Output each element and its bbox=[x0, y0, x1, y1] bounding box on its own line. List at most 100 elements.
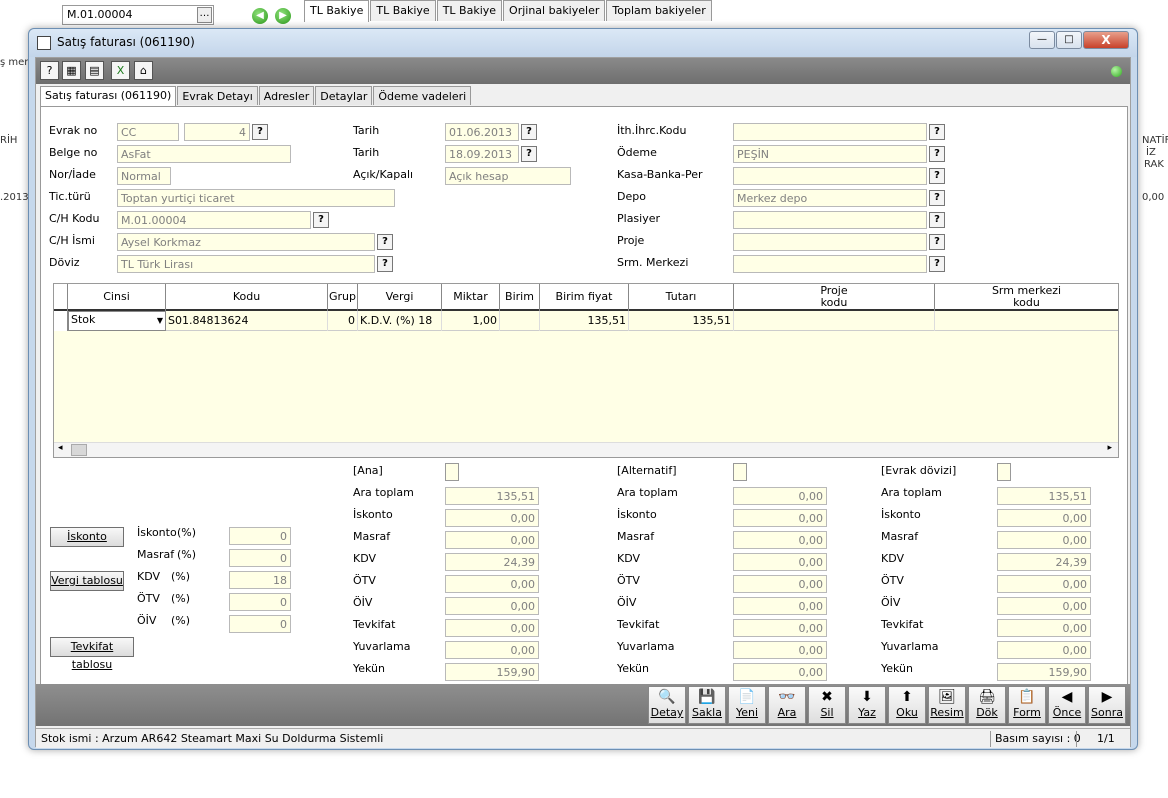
tarih2-field[interactable]: 18.09.2013 bbox=[445, 145, 519, 163]
account-combo[interactable]: M.01.00004… bbox=[62, 5, 214, 25]
maximize-button[interactable]: □ bbox=[1056, 31, 1082, 49]
doviz-field[interactable]: TL Türk Lirası bbox=[117, 255, 375, 273]
pct-oiv-field[interactable]: 0 bbox=[229, 615, 291, 633]
help-icon[interactable]: ? bbox=[40, 61, 59, 80]
totals-ana-value[interactable]: 0,00 bbox=[445, 509, 539, 527]
grid-header-miktar[interactable]: Miktar bbox=[442, 284, 500, 311]
totals-alternatif-value[interactable]: 0,00 bbox=[733, 531, 827, 549]
oku-button[interactable]: ⬆ Oku bbox=[888, 686, 926, 724]
sil-button[interactable]: ✖ Sil bbox=[808, 686, 846, 724]
totals-evrak-value[interactable]: 0,00 bbox=[997, 531, 1091, 549]
forward-arrow-icon[interactable]: ▶ bbox=[275, 8, 291, 24]
cinsi-select[interactable]: Stok ▼ bbox=[68, 311, 166, 331]
evrak-lookup-button[interactable]: ? bbox=[252, 124, 268, 140]
nce-button[interactable]: ◀ Önce bbox=[1048, 686, 1086, 724]
tab-adresler[interactable]: Adresler bbox=[258, 86, 315, 105]
tarih-lookup-button[interactable]: ? bbox=[521, 124, 537, 140]
grid-header-birim-fiyat[interactable]: Birim fiyat bbox=[540, 284, 629, 311]
srm-merkezi-lookup-button[interactable]: ? bbox=[929, 256, 945, 272]
totals-evrak-value[interactable]: 0,00 bbox=[997, 509, 1091, 527]
totals-alternatif-checkbox[interactable] bbox=[733, 463, 747, 481]
yaz-button[interactable]: ⬇ Yaz bbox=[848, 686, 886, 724]
sakla-button[interactable]: 💾 Sakla bbox=[688, 686, 726, 724]
odeme-lookup-button[interactable]: ? bbox=[929, 146, 945, 162]
evrak-sira-field[interactable]: 4 bbox=[184, 123, 250, 141]
pct-iskonto-field[interactable]: 0 bbox=[229, 527, 291, 545]
ith-ihrc-lookup-button[interactable]: ? bbox=[929, 124, 945, 140]
close-button[interactable]: X bbox=[1083, 31, 1129, 49]
totals-ana-checkbox[interactable] bbox=[445, 463, 459, 481]
tab-evrak-detayi[interactable]: Evrak Detayı bbox=[177, 86, 258, 105]
evrak-seri-field[interactable]: CC bbox=[117, 123, 179, 141]
cell-vergi[interactable]: K.D.V. (%) 18 bbox=[358, 311, 442, 331]
scroll-thumb[interactable] bbox=[71, 444, 87, 456]
totals-ana-value[interactable]: 159,90 bbox=[445, 663, 539, 681]
totals-evrak-value[interactable]: 135,51 bbox=[997, 487, 1091, 505]
plasiyer-lookup-button[interactable]: ? bbox=[929, 212, 945, 228]
pct-otv-field[interactable]: 0 bbox=[229, 593, 291, 611]
totals-alternatif-value[interactable]: 0,00 bbox=[733, 575, 827, 593]
totals-ana-value[interactable]: 0,00 bbox=[445, 575, 539, 593]
scroll-left-icon[interactable]: ◂ bbox=[58, 443, 63, 453]
scroll-right-icon[interactable]: ▸ bbox=[1107, 443, 1112, 453]
totals-ana-value[interactable]: 0,00 bbox=[445, 641, 539, 659]
totals-evrak-value[interactable]: 0,00 bbox=[997, 575, 1091, 593]
horizontal-scrollbar[interactable]: ◂ ▸ bbox=[54, 442, 1118, 457]
grid-header-birim[interactable]: Birim bbox=[500, 284, 540, 311]
grid-header-kodu[interactable]: Kodu bbox=[166, 284, 328, 311]
totals-ana-value[interactable]: 0,00 bbox=[445, 619, 539, 637]
minimize-button[interactable]: — bbox=[1029, 31, 1055, 49]
kasa-banka-lookup-button[interactable]: ? bbox=[929, 168, 945, 184]
bg-tab-tl-bakiye-1[interactable]: TL Bakiye bbox=[304, 0, 370, 22]
yeni-button[interactable]: 📄 Yeni bbox=[728, 686, 766, 724]
depo-field[interactable]: Merkez depo bbox=[733, 189, 927, 207]
totals-alternatif-value[interactable]: 0,00 bbox=[733, 663, 827, 681]
depo-lookup-button[interactable]: ? bbox=[929, 190, 945, 206]
table-row[interactable]: Stok ▼ S01.84813624 0 K.D.V. (%) 18 1,00 … bbox=[54, 311, 1118, 331]
tarih-field[interactable]: 01.06.2013 bbox=[445, 123, 519, 141]
totals-evrak-value[interactable]: 159,90 bbox=[997, 663, 1091, 681]
srm-merkezi-field[interactable] bbox=[733, 255, 927, 273]
ith-ihrc-field[interactable] bbox=[733, 123, 927, 141]
tab-odeme-vadeleri[interactable]: Ödeme vadeleri bbox=[373, 86, 472, 105]
cell-srm[interactable] bbox=[935, 311, 1118, 331]
tevkifat-tablosu-button[interactable]: Tevkifat tablosu bbox=[50, 637, 134, 671]
grid-header-grup[interactable]: Grup bbox=[328, 284, 358, 311]
nor-iade-field[interactable]: Normal bbox=[117, 167, 171, 185]
home-icon[interactable]: ⌂ bbox=[134, 61, 153, 80]
cell-grup[interactable]: 0 bbox=[328, 311, 358, 331]
bg-tab-toplam[interactable]: Toplam bakiyeler bbox=[606, 0, 712, 21]
totals-alternatif-value[interactable]: 0,00 bbox=[733, 641, 827, 659]
resim-button[interactable]: 🖼 Resim bbox=[928, 686, 966, 724]
proje-field[interactable] bbox=[733, 233, 927, 251]
form-button[interactable]: 📋 Form bbox=[1008, 686, 1046, 724]
vergi-tablosu-button[interactable]: Vergi tablosu bbox=[50, 571, 124, 591]
bg-tab-tl-bakiye-3[interactable]: TL Bakiye bbox=[436, 0, 503, 21]
ellipsis-icon[interactable]: … bbox=[197, 7, 212, 23]
tic-turu-field[interactable]: Toptan yurtiçi ticaret bbox=[117, 189, 395, 207]
ara-button[interactable]: 👓 Ara bbox=[768, 686, 806, 724]
totals-evrak-value[interactable]: 0,00 bbox=[997, 641, 1091, 659]
totals-evrak-checkbox[interactable] bbox=[997, 463, 1011, 481]
acik-kapali-field[interactable]: Açık hesap bbox=[445, 167, 571, 185]
chevron-down-icon[interactable]: ▼ bbox=[157, 316, 163, 325]
back-arrow-icon[interactable]: ◀ bbox=[252, 8, 268, 24]
totals-alternatif-value[interactable]: 0,00 bbox=[733, 553, 827, 571]
totals-alternatif-value[interactable]: 0,00 bbox=[733, 487, 827, 505]
cell-proje[interactable] bbox=[734, 311, 935, 331]
ch-ismi-lookup-button[interactable]: ? bbox=[377, 234, 393, 250]
totals-ana-value[interactable]: 24,39 bbox=[445, 553, 539, 571]
ch-kodu-field[interactable]: M.01.00004 bbox=[117, 211, 311, 229]
sonra-button[interactable]: ▶ Sonra bbox=[1088, 686, 1126, 724]
excel-icon[interactable]: X bbox=[111, 61, 130, 80]
dk-button[interactable]: 🖨 Dök bbox=[968, 686, 1006, 724]
totals-ana-value[interactable]: 0,00 bbox=[445, 597, 539, 615]
belge-no-field[interactable]: AsFat bbox=[117, 145, 291, 163]
grid-header-cinsi[interactable]: Cinsi bbox=[68, 284, 166, 311]
ch-kodu-lookup-button[interactable]: ? bbox=[313, 212, 329, 228]
odeme-field[interactable]: PEŞİN bbox=[733, 145, 927, 163]
iskonto-button[interactable]: İskonto bbox=[50, 527, 124, 547]
items-grid[interactable]: Cinsi Kodu Grup Vergi Miktar Birim Birim… bbox=[53, 283, 1119, 458]
calculator-icon[interactable]: ▦ bbox=[62, 61, 81, 80]
grid-header-vergi[interactable]: Vergi bbox=[358, 284, 442, 311]
